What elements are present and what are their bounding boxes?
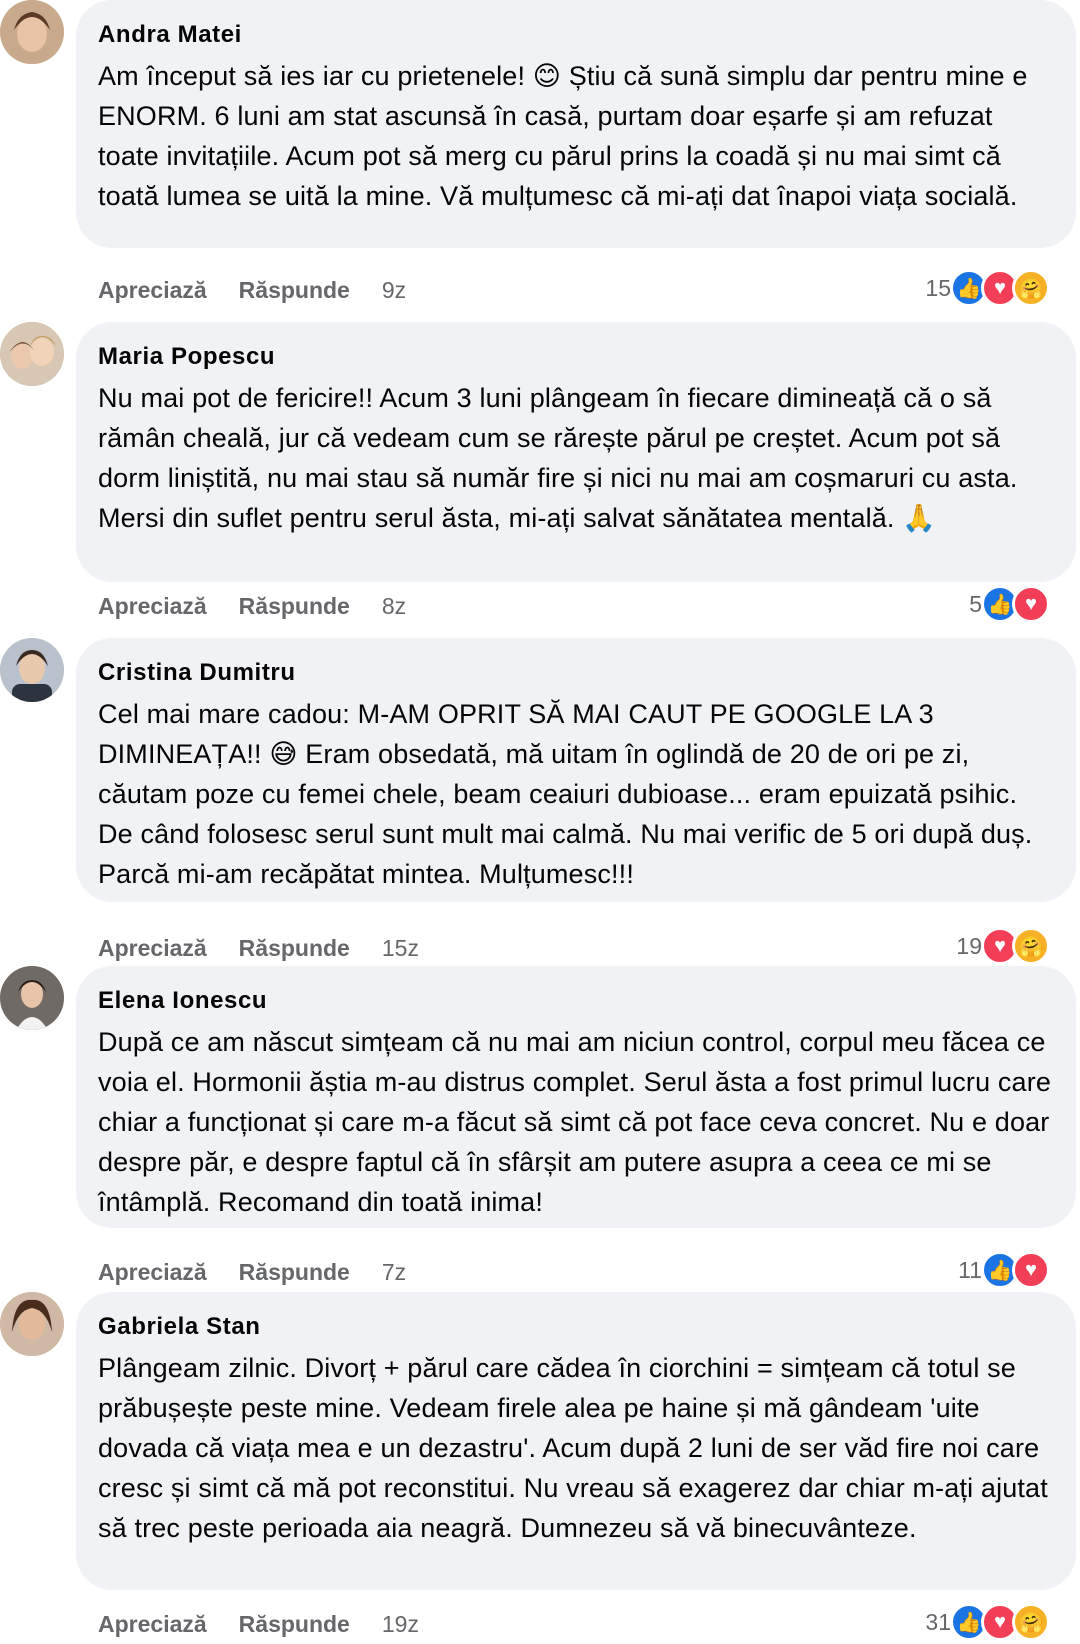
like-button[interactable]: Apreciază [98,593,207,620]
reaction-summary[interactable]: 5 👍 ♥ [969,584,1050,624]
reply-button[interactable]: Răspunde [239,935,350,962]
reaction-summary[interactable]: 31 👍 ♥ 🤗 [925,1602,1050,1642]
comment-author[interactable]: Cristina Dumitru [98,658,1054,688]
avatar[interactable] [0,322,64,386]
comment-text: După ce am născut simțeam că nu mai am n… [98,1027,1052,1217]
comment-text: Plângeam zilnic. Divorț + părul care căd… [98,1353,1048,1543]
comment-bubble: Gabriela Stan Plângeam zilnic. Divorț + … [76,1292,1076,1590]
love-icon: ♥ [1012,585,1050,623]
reply-button[interactable]: Răspunde [239,1259,350,1286]
reply-button[interactable]: Răspunde [239,593,350,620]
comment-author[interactable]: Gabriela Stan [98,1312,1054,1342]
reaction-count: 11 [958,1256,982,1283]
comment-actions: Apreciază Răspunde 15z [98,928,451,968]
like-button[interactable]: Apreciază [98,1259,207,1286]
like-button[interactable]: Apreciază [98,277,207,304]
like-button[interactable]: Apreciază [98,1611,207,1638]
avatar[interactable] [0,966,64,1030]
care-icon: 🤗 [1012,927,1050,965]
comment-actions: Apreciază Răspunde 7z [98,1252,438,1292]
comment-time[interactable]: 9z [382,277,406,304]
care-icon: 🤗 [1012,269,1050,307]
reply-button[interactable]: Răspunde [239,277,350,304]
reaction-summary[interactable]: 11 👍 ♥ [958,1250,1050,1290]
reaction-summary[interactable]: 15 👍 ♥ 🤗 [925,268,1050,308]
comment-text: Nu mai pot de fericire!! Acum 3 luni plâ… [98,383,1018,533]
comment-bubble: Andra Matei Am început să ies iar cu pri… [76,0,1076,248]
comment-author[interactable]: Maria Popescu [98,342,1054,372]
comment-bubble: Cristina Dumitru Cel mai mare cadou: M-A… [76,638,1076,902]
reply-button[interactable]: Răspunde [239,1611,350,1638]
comment-text: Cel mai mare cadou: M-AM OPRIT SĂ MAI CA… [98,699,1033,889]
comment-actions: Apreciază Răspunde 9z [98,270,438,310]
comment-text: Am început să ies iar cu prietenele! 😊 Ș… [98,61,1028,211]
avatar[interactable] [0,1292,64,1356]
comment-time[interactable]: 7z [382,1259,406,1286]
reaction-summary[interactable]: 19 ♥ 🤗 [956,926,1050,966]
reaction-count: 19 [956,932,982,959]
avatar[interactable] [0,638,64,702]
comment-bubble: Maria Popescu Nu mai pot de fericire!! A… [76,322,1076,582]
comment-time[interactable]: 15z [382,935,419,962]
reaction-count: 15 [925,274,951,301]
comment-author[interactable]: Andra Matei [98,20,1054,50]
comment-actions: Apreciază Răspunde 8z [98,586,438,626]
love-icon: ♥ [1012,1251,1050,1289]
comment-time[interactable]: 8z [382,593,406,620]
avatar[interactable] [0,0,64,64]
like-button[interactable]: Apreciază [98,935,207,962]
care-icon: 🤗 [1012,1603,1050,1641]
comment-author[interactable]: Elena Ionescu [98,986,1054,1016]
comment-bubble: Elena Ionescu După ce am născut simțeam … [76,966,1076,1228]
comment-time[interactable]: 19z [382,1611,419,1638]
comment-actions: Apreciază Răspunde 19z [98,1604,451,1644]
reaction-count: 31 [925,1608,951,1635]
